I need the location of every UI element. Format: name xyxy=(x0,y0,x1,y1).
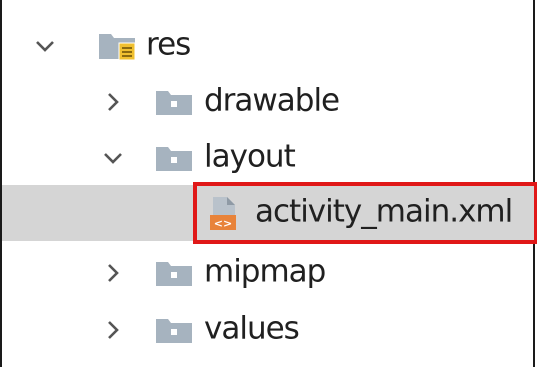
project-panel: res drawable layout <> activity_main.xml… xyxy=(0,0,537,367)
tree-item-mipmap[interactable]: mipmap xyxy=(2,245,535,301)
folder-icon xyxy=(155,144,193,172)
tree-item-label: layout xyxy=(204,138,296,175)
tree-item-drawable[interactable]: drawable xyxy=(2,74,535,130)
tree-item-res[interactable]: res xyxy=(2,18,535,74)
chevron-right-icon[interactable] xyxy=(102,319,124,341)
chevron-down-icon[interactable] xyxy=(34,35,56,57)
folder-icon xyxy=(155,316,193,344)
tree-item-label: res xyxy=(146,26,191,63)
tree-item-activity-main-xml[interactable]: <> activity_main.xml xyxy=(2,185,535,241)
resource-folder-icon xyxy=(97,31,137,61)
tree-item-label: activity_main.xml xyxy=(255,193,513,230)
tree-item-label: values xyxy=(204,310,300,347)
layout-xml-file-icon: <> xyxy=(207,195,243,231)
tree-item-layout[interactable]: layout xyxy=(2,130,535,186)
chevron-right-icon[interactable] xyxy=(102,262,124,284)
project-file-tree: res drawable layout <> activity_main.xml… xyxy=(2,0,537,367)
chevron-down-icon[interactable] xyxy=(102,147,124,169)
folder-icon xyxy=(155,88,193,116)
chevron-right-icon[interactable] xyxy=(102,91,124,113)
folder-icon xyxy=(155,259,193,287)
svg-text:<>: <> xyxy=(214,217,232,230)
tree-item-values[interactable]: values xyxy=(2,302,535,358)
tree-item-label: mipmap xyxy=(204,253,326,290)
tree-item-label: drawable xyxy=(204,82,340,119)
